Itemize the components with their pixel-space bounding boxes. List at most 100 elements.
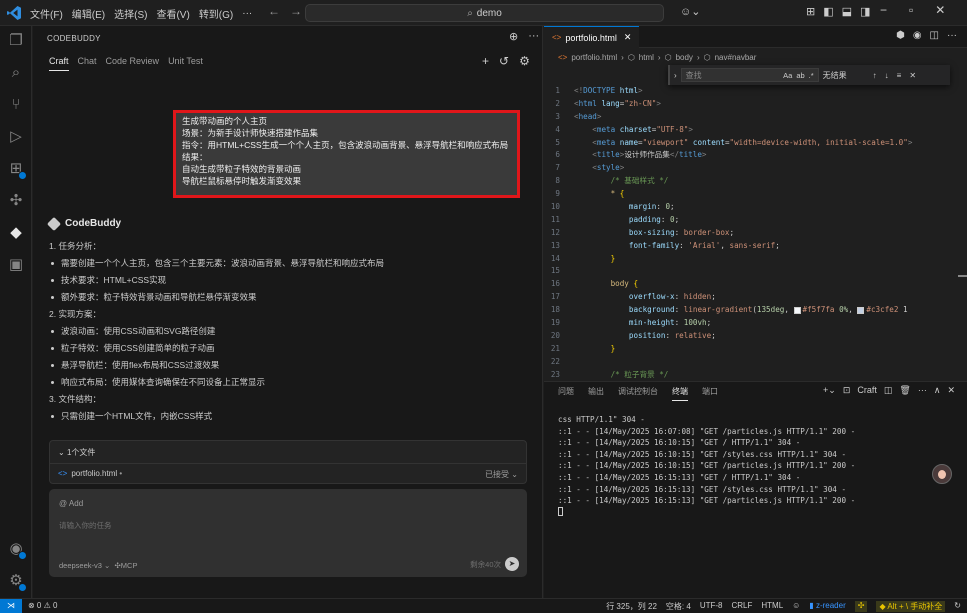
assistant-avatar[interactable]: [932, 464, 952, 484]
reader-status[interactable]: ▮ z-reader: [809, 601, 845, 612]
menu-go[interactable]: 转到(G): [199, 6, 233, 21]
customize-layout-icon[interactable]: ⊞: [806, 5, 815, 18]
menu-file[interactable]: 文件(F): [30, 6, 63, 21]
find-input-placeholder: 查找: [685, 70, 702, 80]
language-mode[interactable]: HTML: [761, 601, 783, 612]
send-icon[interactable]: ➤: [505, 557, 519, 571]
add-context-button[interactable]: @ Add: [59, 499, 83, 508]
editor-scrollbar[interactable]: [958, 85, 967, 381]
settings-icon[interactable]: ⚙: [519, 54, 530, 68]
tab-portfolio-html[interactable]: <> portfolio.html ✕: [544, 26, 640, 48]
new-terminal-icon[interactable]: +⌄: [823, 385, 836, 396]
menu-selection[interactable]: 选择(S): [114, 6, 147, 21]
menu-more[interactable]: ···: [242, 8, 252, 19]
tab-problems[interactable]: 问题: [558, 386, 574, 401]
source-control-icon[interactable]: ⑂: [7, 96, 25, 114]
remote-icon[interactable]: ✣: [7, 192, 25, 210]
tab-unit-test[interactable]: Unit Test: [168, 56, 203, 71]
close-tab-icon[interactable]: ✕: [624, 32, 632, 43]
toggle-sidebar-icon[interactable]: ◧: [823, 5, 833, 18]
preview-icon[interactable]: ◉: [913, 30, 922, 41]
account-icon[interactable]: ◉: [7, 540, 27, 560]
search-view-icon[interactable]: ⌕: [7, 64, 25, 82]
color-swatch-icon[interactable]: [857, 306, 865, 314]
restore-icon[interactable]: ▫: [909, 3, 913, 17]
toggle-secondary-sidebar-icon[interactable]: ◨: [860, 5, 870, 18]
remote-indicator-icon[interactable]: ⋊: [0, 599, 22, 613]
tab-output[interactable]: 输出: [588, 386, 604, 401]
tab-code-review[interactable]: Code Review: [106, 56, 160, 71]
new-conversation-icon[interactable]: +: [482, 54, 489, 68]
encoding[interactable]: UTF-8: [700, 601, 723, 612]
tab-craft[interactable]: Craft: [49, 56, 69, 71]
whole-word-icon[interactable]: ab: [796, 71, 804, 80]
line-text: padding: 0;: [628, 214, 680, 224]
more-actions-icon[interactable]: ···: [528, 30, 539, 43]
copilot-icon[interactable]: ☺⌄: [680, 5, 700, 18]
model-selector[interactable]: deepseek-v3 ⌄ ✣MCP: [59, 561, 137, 570]
find-in-selection-icon[interactable]: ≡: [897, 71, 902, 80]
breadcrumb-file[interactable]: portfolio.html: [571, 53, 617, 62]
next-match-icon[interactable]: ↓: [885, 71, 889, 80]
menu-view[interactable]: 查看(V): [156, 6, 189, 21]
back-arrow-icon[interactable]: ←: [268, 4, 280, 18]
files-header[interactable]: ⌄ 1个文件: [58, 447, 95, 458]
command-center-label: demo: [476, 7, 502, 19]
menu-edit[interactable]: 编辑(E): [72, 6, 105, 21]
code-editor[interactable]: 1 <!DOCTYPE html> 2 <html lang="zh-CN"> 3 <he…: [544, 85, 967, 381]
files-header-label: 1个文件: [66, 448, 96, 457]
tab-ports[interactable]: 端口: [702, 386, 718, 401]
split-editor-icon[interactable]: ◫: [930, 30, 939, 41]
status-bar: ⋊ ⊗ 0 ⚠ 0 行 325，列 22 空格: 4 UTF-8 CRLF HT…: [0, 598, 967, 613]
close-find-icon[interactable]: ✕: [909, 71, 916, 80]
regex-icon[interactable]: .*: [809, 71, 814, 80]
file-status[interactable]: 已接受 ⌄: [485, 469, 518, 480]
copilot-status-icon[interactable]: ☺: [792, 601, 800, 612]
settings-gear-icon[interactable]: ⚙: [7, 572, 27, 592]
command-center[interactable]: ⌕ demo: [305, 4, 664, 22]
breadcrumb-html[interactable]: html: [639, 53, 654, 62]
tab-terminal[interactable]: 终端: [672, 386, 688, 401]
forward-arrow-icon[interactable]: →: [290, 4, 302, 18]
target-icon[interactable]: ⊕: [509, 30, 518, 43]
indentation[interactable]: 空格: 4: [666, 601, 691, 612]
file-entry[interactable]: <> portfolio.html •: [58, 469, 122, 478]
chat-input-box[interactable]: @ Add 请输入你的任务 deepseek-v3 ⌄ ✣MCP 剩余40次 ➤: [49, 489, 527, 577]
history-icon[interactable]: ↺: [499, 54, 509, 68]
breadcrumb-navbar[interactable]: nav#navbar: [715, 53, 757, 62]
prompt-line: 自动生成带粒子特效的背景动画: [182, 164, 302, 174]
terminal-output[interactable]: css HTTP/1.1" 304 -::1 - - [14/May/2025 …: [558, 414, 958, 518]
maximize-panel-icon[interactable]: ∧: [934, 385, 941, 396]
close-panel-icon[interactable]: ✕: [947, 385, 955, 396]
extensions-icon[interactable]: ⊞: [7, 160, 27, 180]
find-input[interactable]: 查找 Aa ab .*: [680, 68, 819, 82]
color-swatch-icon[interactable]: [793, 306, 801, 314]
explorer-icon[interactable]: ❐: [7, 32, 25, 50]
run-debug-icon[interactable]: ▷: [7, 128, 25, 146]
problems-indicator[interactable]: ⊗ 0 ⚠ 0: [28, 601, 57, 610]
minimize-icon[interactable]: −: [880, 3, 887, 17]
notifications-icon[interactable]: ↻: [954, 601, 961, 612]
split-terminal-icon[interactable]: ◫: [884, 385, 893, 396]
task-input[interactable]: 请输入你的任务: [59, 520, 112, 531]
cursor-position[interactable]: 行 325，列 22: [606, 601, 657, 612]
breadcrumb-body[interactable]: body: [676, 53, 693, 62]
tab-debug-console[interactable]: 调试控制台: [618, 386, 658, 401]
kill-terminal-icon[interactable]: 🗑: [899, 385, 910, 396]
toggle-replace-icon[interactable]: ›: [674, 71, 677, 80]
match-case-icon[interactable]: Aa: [783, 71, 792, 80]
close-window-icon[interactable]: ✕: [935, 3, 945, 17]
editor-more-icon[interactable]: ···: [947, 30, 957, 41]
toggle-panel-icon[interactable]: ⬓: [842, 5, 852, 18]
plugin-status-icon[interactable]: ✣: [854, 601, 868, 612]
copilot-edit-icon[interactable]: ⬢: [896, 30, 905, 41]
reader-icon[interactable]: ▣: [7, 256, 25, 274]
tab-chat[interactable]: Chat: [78, 56, 97, 71]
codebuddy-icon[interactable]: ◆: [7, 224, 25, 242]
editor-actions: ⬢ ◉ ◫ ···: [896, 30, 957, 41]
line-ending[interactable]: CRLF: [731, 601, 752, 612]
terminal-name[interactable]: Craft: [857, 385, 877, 396]
completion-shortcut[interactable]: ◆ Alt + \ 手动补全: [876, 601, 946, 612]
previous-match-icon[interactable]: ↑: [873, 71, 877, 80]
panel-more-icon[interactable]: ···: [918, 385, 927, 396]
